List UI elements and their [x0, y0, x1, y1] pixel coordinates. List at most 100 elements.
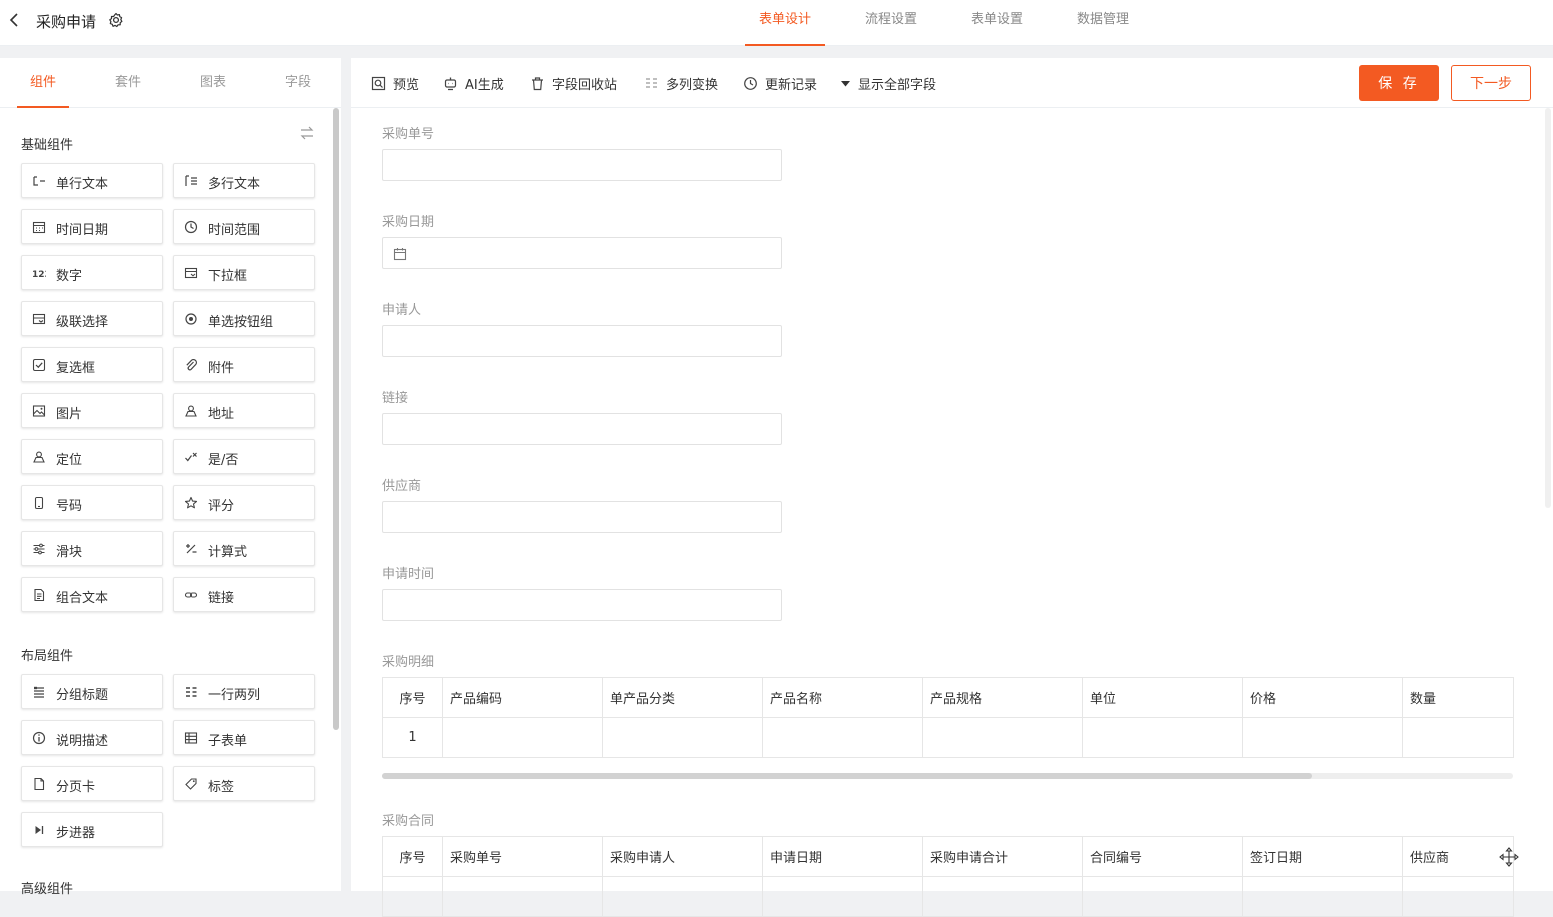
gear-icon[interactable] — [108, 12, 124, 28]
basic-component-6[interactable]: 级联选择 — [21, 301, 163, 336]
swap-icon[interactable] — [299, 126, 315, 140]
layout-component-3[interactable]: 子表单 — [173, 720, 315, 755]
calendar-icon — [32, 221, 46, 234]
layout-component-1[interactable]: 一行两列 — [173, 674, 315, 709]
basic-component-1[interactable]: 多行文本 — [173, 163, 315, 198]
show-all-fields-button[interactable]: 显示全部字段 — [840, 74, 937, 93]
basic-component-0[interactable]: 单行文本 — [21, 163, 163, 198]
component-panel: 组件 套件 图表 字段 基础组件 单行文本 多行文本时间日期 时间范围 123 数字 下拉… — [0, 58, 341, 897]
update-history-button[interactable]: 更新记录 — [743, 74, 818, 93]
table-cell[interactable] — [602, 876, 763, 917]
purchase-no-input[interactable] — [382, 149, 782, 181]
link-input[interactable] — [382, 413, 782, 445]
toolbar: 预览 AI生成 字段回收站 多列变换 更新记录 显示全部字段 保 存 下一步 — [351, 58, 1553, 108]
tab-kits[interactable]: 套件 — [102, 58, 154, 108]
component-label: 单行文本 — [56, 177, 109, 192]
detail-horizontal-scrollbar[interactable] — [382, 773, 1513, 779]
component-label: 分组标题 — [56, 688, 109, 703]
basic-component-3[interactable]: 时间范围 — [173, 209, 315, 244]
tab-fields[interactable]: 字段 — [272, 58, 324, 108]
field-label-purchase-date: 采购日期 — [382, 215, 435, 230]
field-recycle-bin-button[interactable]: 字段回收站 — [530, 74, 617, 93]
purchase-date-input[interactable] — [382, 237, 782, 269]
location-icon — [33, 451, 45, 463]
tab-form-design[interactable]: 表单设计 — [745, 0, 826, 46]
table-cell[interactable] — [1242, 876, 1403, 917]
table-cell[interactable] — [762, 876, 923, 917]
caret-down-icon — [841, 80, 850, 86]
table-cell[interactable] — [1402, 876, 1514, 917]
single-line-text-icon — [33, 176, 45, 186]
basic-component-15[interactable]: 评分 — [173, 485, 315, 520]
basic-component-2[interactable]: 时间日期 — [21, 209, 163, 244]
tab-process-settings[interactable]: 流程设置 — [851, 0, 931, 46]
layout-component-5[interactable]: 标签 — [173, 766, 315, 801]
apply-time-input[interactable] — [382, 589, 782, 621]
table-cell[interactable] — [442, 717, 603, 758]
basic-component-14[interactable]: 号码 — [21, 485, 163, 520]
detail-column-header: 产品编码 — [442, 677, 603, 718]
tab-data-management[interactable]: 数据管理 — [1063, 0, 1143, 46]
next-step-button[interactable]: 下一步 — [1451, 65, 1531, 101]
basic-component-4[interactable]: 123 数字 — [21, 255, 163, 290]
tab-form-settings[interactable]: 表单设置 — [957, 0, 1037, 46]
field-label-supplier: 供应商 — [382, 479, 422, 494]
multi-column-button[interactable]: 多列变换 — [644, 74, 718, 93]
purchase-contract-table: 序号 采购单号 采购申请人 申请日期 采购申请合计 合同编号 签订日期 供应商 — [382, 836, 1514, 917]
basic-component-16[interactable]: 滑块 — [21, 531, 163, 566]
table-cell[interactable] — [382, 876, 443, 917]
number-icon: 123 — [32, 270, 46, 280]
preview-button[interactable]: 预览 — [371, 74, 419, 93]
table-cell[interactable] — [1082, 717, 1243, 758]
main-scrollbar[interactable] — [1545, 108, 1551, 508]
basic-component-17[interactable]: 计算式 — [173, 531, 315, 566]
layout-component-4[interactable]: 分页卡 — [21, 766, 163, 801]
contract-column-header: 序号 — [382, 836, 443, 877]
table-cell[interactable] — [922, 876, 1083, 917]
applicant-input[interactable] — [382, 325, 782, 357]
multi-line-text-icon — [185, 175, 197, 186]
component-label: 多行文本 — [208, 177, 261, 192]
basic-component-9[interactable]: 附件 — [173, 347, 315, 382]
layout-component-0[interactable]: 分组标题 — [21, 674, 163, 709]
basic-component-11[interactable]: 地址 — [173, 393, 315, 428]
tab-charts[interactable]: 图表 — [187, 58, 239, 108]
basic-component-12[interactable]: 定位 — [21, 439, 163, 474]
component-label: 单选按钮组 — [208, 315, 274, 330]
detail-scroll-thumb[interactable] — [382, 773, 1312, 779]
basic-component-7[interactable]: 单选按钮组 — [173, 301, 315, 336]
basic-component-8[interactable]: 复选框 — [21, 347, 163, 382]
layout-component-2[interactable]: 说明描述 — [21, 720, 163, 755]
component-label: 组合文本 — [56, 591, 109, 606]
basic-component-13[interactable]: 是/否 — [173, 439, 315, 474]
tab-components[interactable]: 组件 — [17, 58, 69, 108]
component-label: 子表单 — [208, 734, 248, 749]
table-cell: 1 — [382, 717, 443, 758]
component-label: 分页卡 — [56, 780, 96, 795]
component-label: 号码 — [56, 499, 83, 514]
tag-icon — [185, 778, 197, 790]
basic-component-5[interactable]: 下拉框 — [173, 255, 315, 290]
contract-column-header: 签订日期 — [1242, 836, 1403, 877]
basic-component-19[interactable]: 链接 — [173, 577, 315, 612]
table-cell[interactable] — [762, 717, 923, 758]
layout-component-6[interactable]: 步进器 — [21, 812, 163, 847]
table-cell[interactable] — [602, 717, 763, 758]
table-cell[interactable] — [1402, 717, 1514, 758]
table-cell[interactable] — [922, 717, 1083, 758]
save-button[interactable]: 保 存 — [1359, 65, 1439, 101]
component-label: 附件 — [208, 361, 235, 376]
basic-component-10[interactable]: 图片 — [21, 393, 163, 428]
move-icon[interactable] — [1498, 846, 1520, 868]
update-history-label: 更新记录 — [765, 77, 818, 93]
basic-component-18[interactable]: 组合文本 — [21, 577, 163, 612]
ai-generate-button[interactable]: AI生成 — [443, 74, 504, 93]
field-label-applicant: 申请人 — [382, 303, 422, 318]
table-cell[interactable] — [442, 876, 603, 917]
back-arrow-icon[interactable] — [6, 10, 24, 30]
show-all-fields-label: 显示全部字段 — [858, 77, 937, 93]
left-scrollbar[interactable] — [333, 108, 339, 730]
table-cell[interactable] — [1242, 717, 1403, 758]
supplier-input[interactable] — [382, 501, 782, 533]
table-cell[interactable] — [1082, 876, 1243, 917]
